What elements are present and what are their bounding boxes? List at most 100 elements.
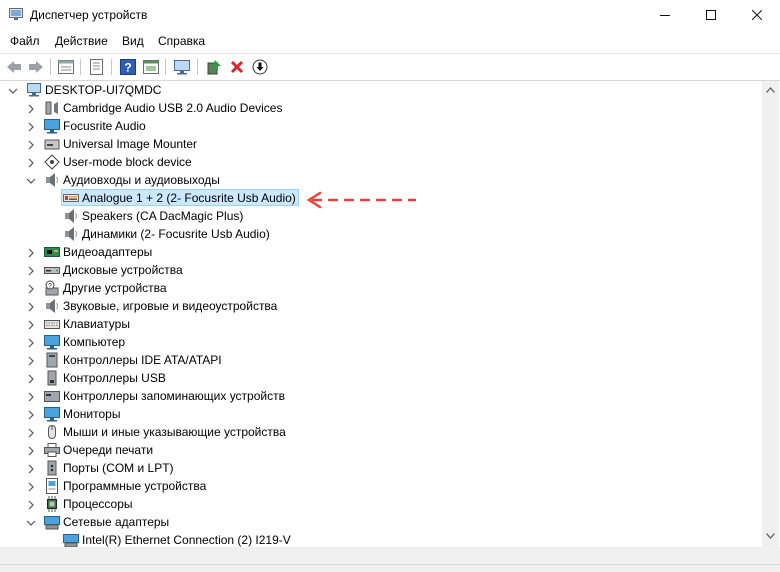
- scroll-up-icon[interactable]: [766, 87, 775, 93]
- tree-device[interactable]: Intel(R) Ethernet Connection (2) I219-V: [0, 531, 760, 547]
- microphone-icon: [63, 194, 79, 202]
- chevron-right-icon[interactable]: [26, 301, 36, 312]
- tree-category[interactable]: Очереди печати: [0, 441, 760, 459]
- tree-item-label: Контроллеры запоминающих устройств: [63, 389, 285, 403]
- disable-device-icon: [252, 59, 268, 75]
- speaker-icon: [44, 298, 60, 314]
- tree-category[interactable]: Мыши и иные указывающие устройства: [0, 423, 760, 441]
- menu-help[interactable]: Справка: [158, 34, 205, 48]
- chevron-right-icon[interactable]: [26, 121, 36, 132]
- computer-root-icon: [27, 83, 41, 97]
- tree-category[interactable]: Аудиовходы и аудиовыходы: [0, 171, 760, 189]
- chevron-right-icon[interactable]: [26, 427, 36, 438]
- properties-button[interactable]: [56, 57, 76, 77]
- tree-item-label: Процессоры: [63, 497, 133, 511]
- disk-drive-icon: [44, 267, 60, 274]
- scroll-down-icon[interactable]: [766, 533, 775, 539]
- tree-item-label: Контроллеры IDE ATA/ATAPI: [63, 353, 222, 367]
- chevron-right-icon[interactable]: [26, 391, 36, 402]
- chevron-right-icon[interactable]: [26, 499, 36, 510]
- speaker-icon: [63, 226, 79, 242]
- tree-category[interactable]: Звуковые, игровые и видеоустройства: [0, 297, 760, 315]
- chevron-down-icon[interactable]: [26, 175, 36, 185]
- tree-item-label: Intel(R) Ethernet Connection (2) I219-V: [82, 533, 291, 547]
- tree-category[interactable]: Видеоадаптеры: [0, 243, 760, 261]
- chevron-right-icon[interactable]: [26, 103, 36, 114]
- chevron-right-icon[interactable]: [26, 319, 36, 330]
- tree-category[interactable]: Universal Image Mounter: [0, 135, 760, 153]
- keyboard-icon: [44, 320, 60, 329]
- usb-controller-icon: [44, 370, 60, 386]
- uninstall-button[interactable]: [227, 57, 247, 77]
- tree-category[interactable]: User-mode block device: [0, 153, 760, 171]
- disable-device-button[interactable]: [250, 57, 270, 77]
- menu-file[interactable]: Файл: [10, 34, 40, 48]
- monitor-icon: [44, 118, 60, 134]
- maximize-button[interactable]: [688, 0, 734, 30]
- vertical-scrollbar[interactable]: [762, 81, 779, 547]
- tree-device[interactable]: Динамики (2- Focusrite Usb Audio): [0, 225, 760, 243]
- tree-category[interactable]: Контроллеры запоминающих устройств: [0, 387, 760, 405]
- disk-mounter-icon: [44, 139, 60, 150]
- tree-category[interactable]: Контроллеры USB: [0, 369, 760, 387]
- forward-button[interactable]: [26, 57, 46, 77]
- back-button[interactable]: [4, 57, 24, 77]
- close-button[interactable]: [734, 0, 780, 30]
- tree-category[interactable]: Программные устройства: [0, 477, 760, 495]
- tree-category[interactable]: Сетевые адаптеры: [0, 513, 760, 531]
- list-view-button[interactable]: [87, 57, 107, 77]
- tree-item-label: Компьютер: [63, 335, 126, 349]
- help-button[interactable]: ?: [118, 57, 138, 77]
- chevron-down-icon[interactable]: [26, 517, 36, 527]
- storage-controller-icon: [44, 388, 60, 404]
- tree-category[interactable]: Мониторы: [0, 405, 760, 423]
- tree-category[interactable]: Cambridge Audio USB 2.0 Audio Devices: [0, 99, 760, 117]
- speaker-icon: [65, 209, 77, 223]
- tree-category[interactable]: Компьютер: [0, 333, 760, 351]
- title-bar: Диспетчер устройств: [0, 0, 780, 30]
- tree-category[interactable]: Focusrite Audio: [0, 117, 760, 135]
- tree-item-label: Cambridge Audio USB 2.0 Audio Devices: [63, 101, 283, 115]
- chevron-right-icon[interactable]: [26, 463, 36, 474]
- chevron-down-icon[interactable]: [8, 85, 18, 95]
- tree-category[interactable]: Клавиатуры: [0, 315, 760, 333]
- horizontal-scrollbar[interactable]: [0, 547, 780, 564]
- storage-controller-icon: [44, 391, 60, 402]
- tree-root[interactable]: DESKTOP-UI7QMDC: [0, 81, 760, 99]
- speaker-icon: [46, 173, 58, 187]
- update-driver-button[interactable]: [204, 57, 224, 77]
- chevron-right-icon[interactable]: [26, 445, 36, 456]
- chevron-right-icon[interactable]: [26, 247, 36, 258]
- menu-view[interactable]: Вид: [122, 34, 144, 48]
- chevron-right-icon[interactable]: [26, 373, 36, 384]
- chevron-right-icon[interactable]: [26, 409, 36, 420]
- tree-category[interactable]: Процессоры: [0, 495, 760, 513]
- tree-category[interactable]: Дисковые устройства: [0, 261, 760, 279]
- tree-category[interactable]: ? Другие устройства: [0, 279, 760, 297]
- tree-category[interactable]: Контроллеры IDE ATA/ATAPI: [0, 351, 760, 369]
- minimize-button[interactable]: [642, 0, 688, 30]
- tree-category[interactable]: Порты (COM и LPT): [0, 459, 760, 477]
- chevron-right-icon[interactable]: [26, 481, 36, 492]
- network-adapter-icon: [44, 516, 60, 530]
- device-tree[interactable]: DESKTOP-UI7QMDC Cambridge Audio USB 2.0 A…: [0, 81, 762, 547]
- chevron-right-icon[interactable]: [26, 337, 36, 348]
- disk-drive-icon: [44, 262, 60, 278]
- chevron-right-icon[interactable]: [26, 355, 36, 366]
- chevron-right-icon[interactable]: [26, 265, 36, 276]
- scan-hardware-button[interactable]: [172, 57, 192, 77]
- processor-icon: [47, 496, 57, 512]
- mouse-icon: [44, 424, 60, 440]
- software-device-icon: [46, 478, 58, 494]
- monitor-icon: [44, 407, 60, 422]
- chevron-right-icon[interactable]: [26, 283, 36, 294]
- details-button[interactable]: [141, 57, 161, 77]
- chevron-right-icon[interactable]: [26, 139, 36, 150]
- speaker-icon: [63, 208, 79, 224]
- tree-item-label: Звуковые, игровые и видеоустройства: [63, 299, 278, 313]
- properties-icon: [58, 60, 74, 74]
- menu-action[interactable]: Действие: [55, 34, 108, 48]
- chevron-right-icon[interactable]: [26, 157, 36, 168]
- help-icon: ?: [120, 59, 136, 75]
- tree-item-label: Динамики (2- Focusrite Usb Audio): [82, 227, 270, 241]
